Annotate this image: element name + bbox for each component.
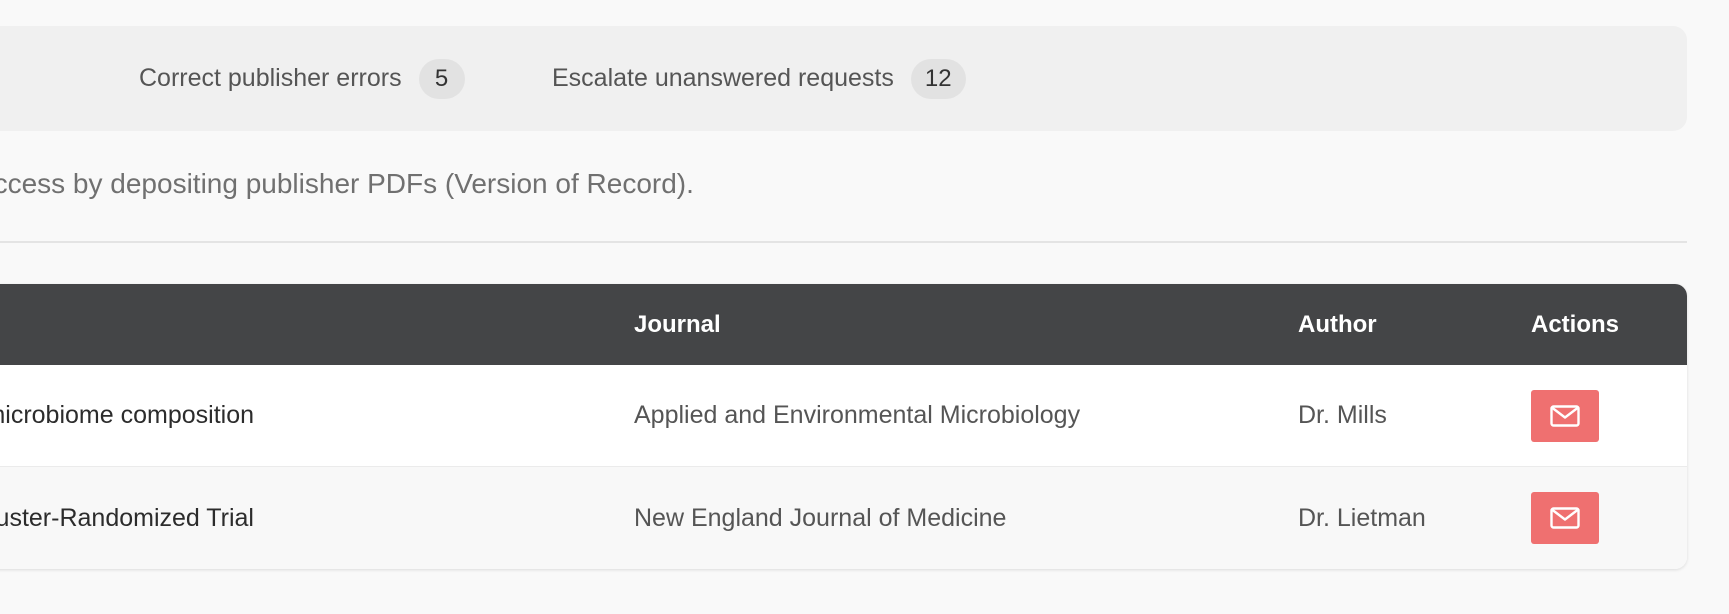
column-header-actions: Actions [1531, 310, 1620, 338]
table-header: Journal Author Actions [0, 284, 1687, 365]
journal-cell: New England Journal of Medicine [634, 503, 1007, 532]
task-count-badge: 12 [910, 58, 966, 99]
column-header-author[interactable]: Author [1298, 284, 1377, 365]
actions-cell [1531, 467, 1599, 569]
email-author-button[interactable] [1531, 389, 1599, 442]
author-cell: Dr. Mills [1298, 401, 1387, 429]
article-title-cell: e Cluster-Randomized Trial [0, 503, 254, 532]
task-item-escalate-unanswered-requests[interactable]: Escalate unanswered requests 12 [552, 26, 966, 131]
page: 52 Correct publisher errors 5 Escalate u… [0, 0, 1729, 614]
table-row: microbiome composition Applied and Envir… [0, 365, 1687, 467]
task-label: Correct publisher errors [139, 64, 402, 92]
task-count-badge: 5 [418, 58, 465, 99]
mail-icon [1550, 507, 1580, 529]
author-cell: Dr. Lietman [1298, 503, 1426, 532]
mail-icon [1550, 404, 1580, 427]
articles-table: Journal Author Actions microbiome compos… [0, 284, 1687, 569]
journal-cell: Applied and Environmental Microbiology [634, 401, 1081, 429]
task-bar: 52 Correct publisher errors 5 Escalate u… [0, 26, 1687, 131]
actions-cell [1531, 365, 1599, 466]
article-title-cell: microbiome composition [0, 401, 254, 429]
task-item-correct-publisher-errors[interactable]: Correct publisher errors 5 [139, 26, 465, 131]
task-label: Escalate unanswered requests [552, 64, 894, 92]
task-description: access by depositing publisher PDFs (Ver… [0, 168, 694, 199]
divider [0, 241, 1687, 243]
column-header-journal[interactable]: Journal [634, 284, 721, 365]
email-author-button[interactable] [1531, 492, 1599, 544]
table-row: e Cluster-Randomized Trial New England J… [0, 467, 1687, 569]
